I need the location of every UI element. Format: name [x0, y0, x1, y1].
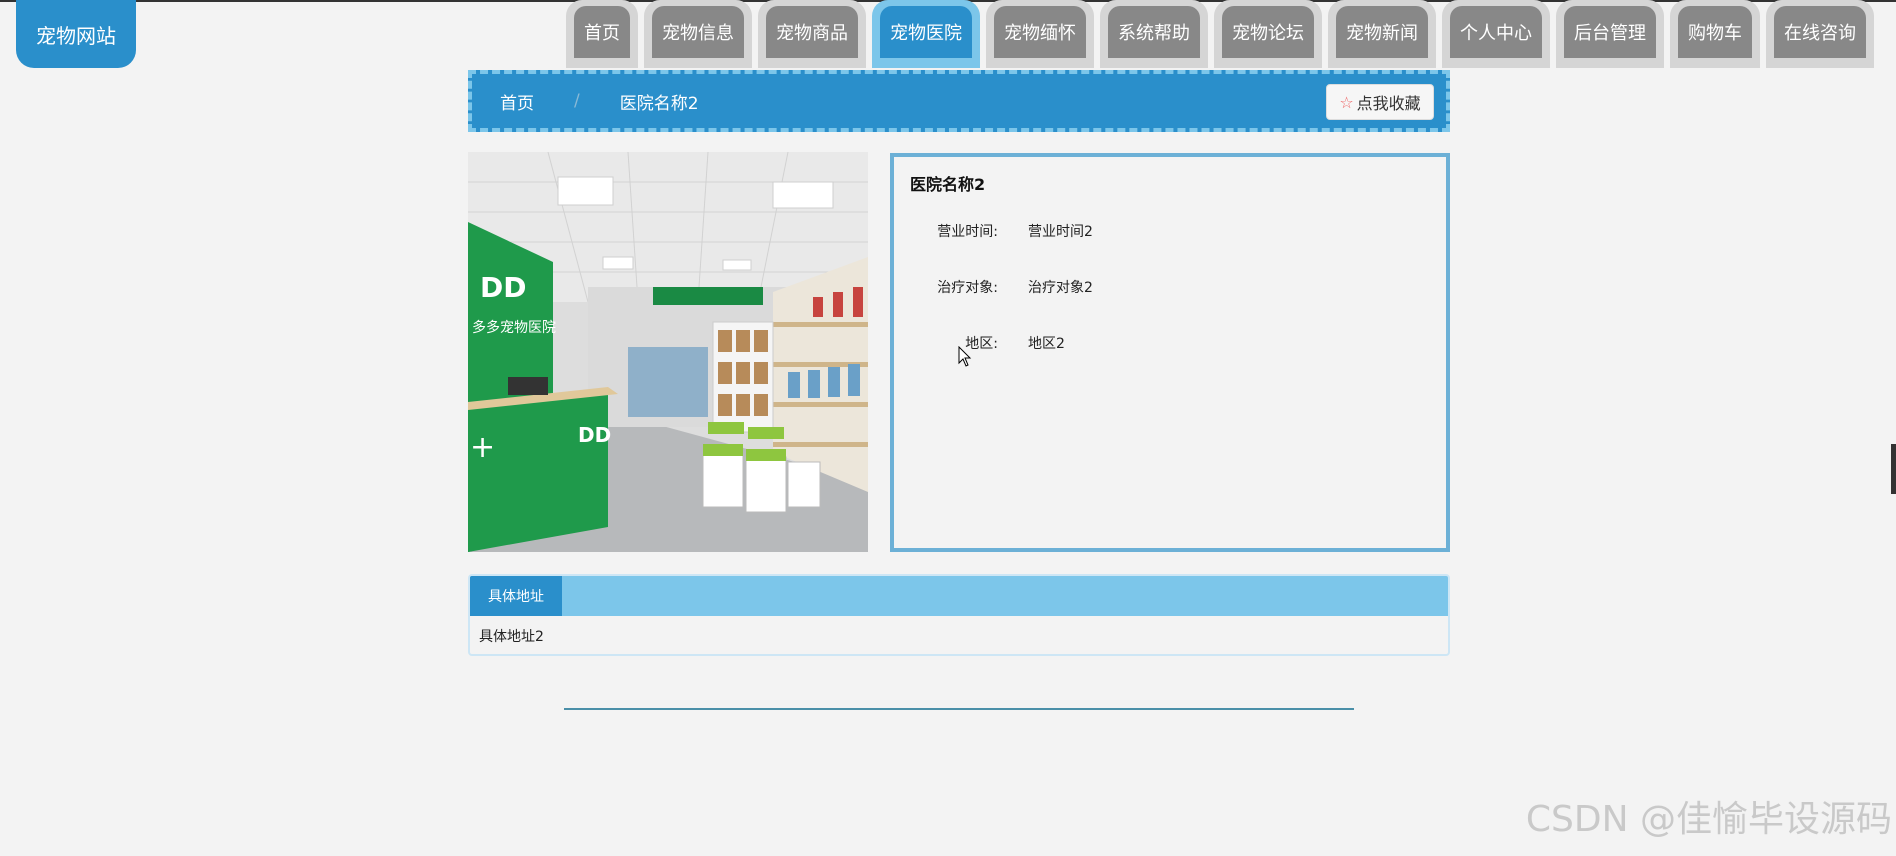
watermark: CSDN @佳愉毕设源码: [1525, 799, 1892, 840]
hospital-name: 医院名称2: [910, 175, 986, 194]
address-panel: 具体地址 具体地址2: [468, 574, 1450, 656]
footer-divider: [564, 708, 1354, 710]
nav-tab-user-center[interactable]: 个人中心: [1442, 0, 1550, 68]
favorite-button-label: 点我收藏: [1356, 94, 1421, 113]
address-panel-header: 具体地址: [470, 576, 1448, 616]
nav-tab-home[interactable]: 首页: [566, 0, 638, 68]
svg-text:+: +: [470, 430, 495, 465]
nav-tab-label: 宠物信息: [652, 6, 744, 58]
nav-tab-consult[interactable]: 在线咨询: [1766, 0, 1874, 68]
breadcrumb: 首页 / 医院名称2 ☆ 点我收藏: [468, 70, 1450, 132]
hospital-photo: DD 多多宠物医院 DD +: [468, 152, 868, 552]
scrollbar-handle[interactable]: [1891, 444, 1896, 494]
svg-text:DD: DD: [480, 271, 526, 304]
nav-tab-label: 宠物论坛: [1222, 6, 1314, 58]
star-icon: ☆: [1339, 92, 1354, 112]
favorite-button[interactable]: ☆ 点我收藏: [1326, 84, 1434, 120]
mouse-cursor-icon: [958, 346, 972, 367]
breadcrumb-current: 医院名称2: [619, 93, 699, 114]
nav-tab-cart[interactable]: 购物车: [1670, 0, 1760, 68]
address-tab[interactable]: 具体地址: [470, 576, 562, 616]
business-hours-row: 营业时间: 营业时间2: [894, 221, 1446, 241]
svg-text:DD: DD: [578, 423, 611, 447]
treatment-target-value: 治疗对象2: [1028, 280, 1093, 296]
nav-tab-label: 系统帮助: [1108, 6, 1200, 58]
business-hours-label: 营业时间:: [937, 224, 998, 240]
nav-tab-label: 个人中心: [1450, 6, 1542, 58]
nav-tab-news[interactable]: 宠物新闻: [1328, 0, 1436, 68]
hospital-photo-illustration: DD 多多宠物医院 DD +: [468, 152, 868, 552]
breadcrumb-home-link[interactable]: 首页: [500, 89, 534, 114]
treatment-target-label: 治疗对象:: [937, 280, 998, 296]
nav-tab-label: 宠物医院: [880, 6, 972, 58]
nav-tab-help[interactable]: 系统帮助: [1100, 0, 1208, 68]
nav-tab-pet-hospital[interactable]: 宠物医院: [872, 0, 980, 68]
region-row: 地区: 地区2: [894, 333, 1446, 353]
region-value: 地区2: [1028, 336, 1065, 352]
region-label: 地区:: [965, 336, 998, 352]
business-hours-value: 营业时间2: [1028, 224, 1093, 240]
nav-tab-label: 在线咨询: [1774, 6, 1866, 58]
nav-tab-label: 购物车: [1678, 6, 1752, 58]
main-nav: 首页 宠物信息 宠物商品 宠物医院 宠物缅怀 系统帮助 宠物论坛 宠物新闻 个人…: [566, 0, 1880, 68]
nav-tab-forum[interactable]: 宠物论坛: [1214, 0, 1322, 68]
breadcrumb-separator: /: [574, 91, 580, 111]
nav-tab-label: 宠物商品: [766, 6, 858, 58]
nav-tab-label: 首页: [574, 6, 630, 58]
nav-tab-label: 宠物新闻: [1336, 6, 1428, 58]
nav-tab-label: 后台管理: [1564, 6, 1656, 58]
nav-tab-pet-goods[interactable]: 宠物商品: [758, 0, 866, 68]
svg-text:多多宠物医院: 多多宠物医院: [472, 319, 556, 336]
nav-tab-label: 宠物缅怀: [994, 6, 1086, 58]
address-content: 具体地址2: [479, 629, 544, 645]
treatment-target-row: 治疗对象: 治疗对象2: [894, 277, 1446, 297]
nav-tab-pet-memorial[interactable]: 宠物缅怀: [986, 0, 1094, 68]
nav-tab-pet-info[interactable]: 宠物信息: [644, 0, 752, 68]
hospital-detail-panel: 医院名称2 营业时间: 营业时间2 治疗对象: 治疗对象2 地区: 地区2: [890, 153, 1450, 552]
site-logo[interactable]: 宠物网站: [16, 0, 136, 68]
nav-tab-admin[interactable]: 后台管理: [1556, 0, 1664, 68]
